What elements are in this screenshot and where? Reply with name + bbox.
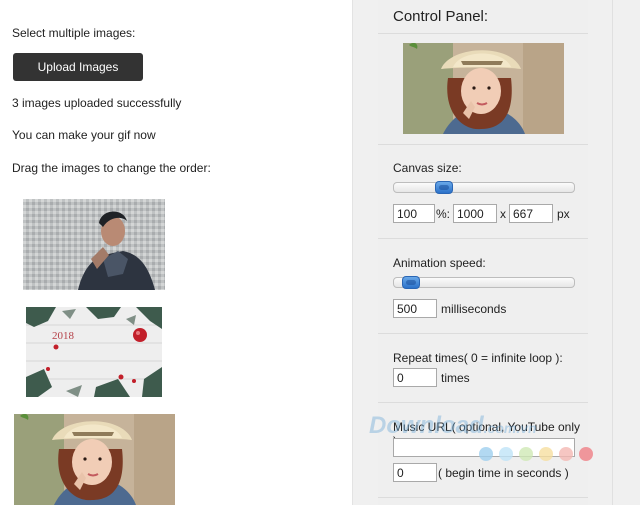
upload-images-button[interactable]: Upload Images (13, 53, 143, 81)
watermark-dot (519, 447, 533, 461)
percent-sign: %: (436, 207, 451, 221)
milliseconds-unit: milliseconds (441, 302, 507, 316)
page-right-margin (588, 0, 640, 505)
canvas-size-label: Canvas size: (393, 161, 462, 175)
gif-preview-image (403, 43, 564, 134)
divider (378, 333, 588, 334)
uploaded-image-3[interactable] (14, 414, 175, 505)
divider (378, 402, 588, 403)
canvas-size-slider[interactable] (393, 181, 575, 194)
repeat-times-label: Repeat times( 0 = infinite loop ): (393, 351, 563, 365)
watermark-logo: Download.com.vn (369, 412, 537, 440)
animation-speed-input[interactable] (393, 299, 437, 318)
canvas-height-input[interactable] (509, 204, 553, 223)
watermark-dot (479, 447, 493, 461)
animation-speed-label: Animation speed: (393, 256, 486, 270)
watermark-dot (539, 447, 553, 461)
repeat-times-input[interactable] (393, 368, 437, 387)
uploaded-image-2[interactable]: 2018 (26, 307, 162, 397)
upload-status-text: 3 images uploaded successfully (12, 96, 182, 110)
divider (378, 33, 588, 34)
music-begin-time-input[interactable] (393, 463, 437, 482)
size-separator: x (500, 207, 506, 221)
animation-speed-slider[interactable] (393, 276, 575, 289)
canvas-size-slider-handle[interactable] (435, 181, 453, 194)
panel-title: Control Panel: (393, 8, 489, 25)
make-gif-text: You can make your gif now (12, 128, 156, 142)
divider (378, 144, 588, 145)
watermark-dot (559, 447, 573, 461)
canvas-percent-input[interactable] (393, 204, 435, 223)
divider (378, 238, 588, 239)
uploaded-image-1[interactable] (23, 199, 165, 290)
animation-speed-slider-handle[interactable] (402, 276, 420, 289)
drag-hint-text: Drag the images to change the order: (12, 161, 211, 175)
svg-text:2018: 2018 (52, 330, 75, 342)
times-unit: times (441, 371, 470, 385)
begin-time-unit: ( begin time in seconds ) (438, 466, 569, 480)
watermark-text: Download (369, 412, 484, 439)
watermark-suffix: .com.vn (483, 420, 537, 436)
select-images-label: Select multiple images: (12, 26, 136, 40)
px-unit: px (557, 207, 570, 221)
canvas-width-input[interactable] (453, 204, 497, 223)
scrollbar-track[interactable] (612, 0, 613, 505)
watermark-dot (579, 447, 593, 461)
watermark-dot (499, 447, 513, 461)
image-list-area: Select multiple images: Upload Images 3 … (0, 0, 352, 505)
divider (378, 497, 588, 498)
